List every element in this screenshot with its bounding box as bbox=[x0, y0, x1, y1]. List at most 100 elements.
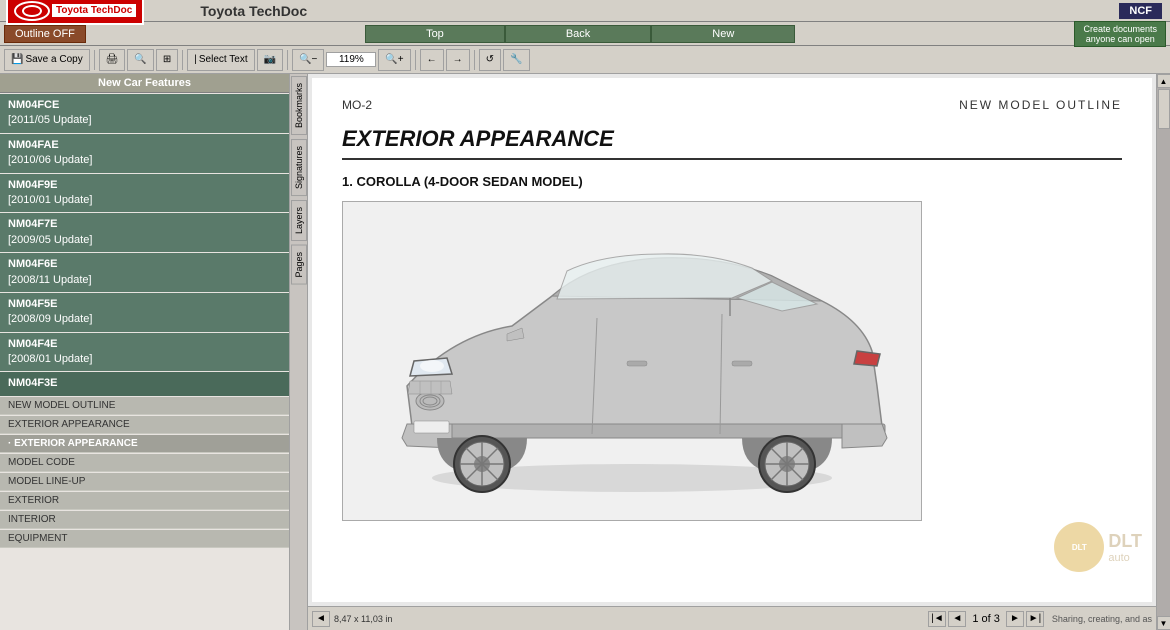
sidebar-subitem-exterior-appearance-1[interactable]: EXTERIOR APPEARANCE bbox=[0, 416, 289, 434]
toyota-brand: Toyota TechDoc bbox=[52, 4, 136, 17]
sidebar-item-nm04fce[interactable]: NM04FCE [2011/05 Update] bbox=[0, 94, 289, 133]
sidebar-item-update: [2008/11 Update] bbox=[8, 273, 281, 288]
layers-tab[interactable]: Layers bbox=[291, 200, 307, 241]
total-pages: 3 bbox=[994, 613, 1000, 625]
page-of-label: of bbox=[982, 613, 991, 625]
sidebar-item-nm04fae[interactable]: NM04FAE [2010/06 Update] bbox=[0, 134, 289, 173]
sidebar-header: New Car Features bbox=[0, 74, 289, 93]
nav-bar: Outline OFF Top Back New Create document… bbox=[0, 22, 1170, 46]
sidebar-subitem-interior[interactable]: INTERIOR bbox=[0, 511, 289, 529]
page-indicator: 1 of 3 bbox=[972, 613, 1000, 625]
prev-view-button[interactable]: ← bbox=[420, 49, 444, 71]
right-scrollbar[interactable]: ▲ ▼ bbox=[1156, 74, 1170, 630]
zoom-fit-button[interactable]: ⊞ bbox=[156, 49, 178, 71]
sidebar-subitem-label: MODEL CODE bbox=[8, 457, 75, 468]
sidebar-subitem-equipment[interactable]: EQUIPMENT bbox=[0, 530, 289, 548]
toolbar-separator-3 bbox=[287, 50, 288, 70]
sidebar-item-id: NM04FAE bbox=[8, 138, 281, 153]
status-bar: ◄ 8,47 x 11,03 in |◄ ◄ 1 of 3 ► ►| Shari… bbox=[308, 606, 1156, 630]
status-right-text: Sharing, creating, and as bbox=[1052, 614, 1152, 624]
sidebar-item-update: [2011/05 Update] bbox=[8, 113, 281, 128]
save-copy-button[interactable]: 💾 Save a Copy bbox=[4, 49, 90, 71]
watermark-main-text: DLT bbox=[1108, 531, 1142, 552]
select-tool-button[interactable]: | Select Text bbox=[187, 49, 254, 71]
sidebar-item-nm04f5e[interactable]: NM04F5E [2008/09 Update] bbox=[0, 293, 289, 332]
sidebar-subitem-exterior-appearance-active[interactable]: · EXTERIOR APPEARANCE bbox=[0, 435, 289, 453]
sidebar-subitem-model-lineup[interactable]: MODEL LINE-UP bbox=[0, 473, 289, 491]
sidebar-item-id: NM04F4E bbox=[8, 337, 281, 352]
sidebar-item-update: [2010/01 Update] bbox=[8, 193, 281, 208]
next-page-button[interactable]: ► bbox=[1006, 611, 1024, 627]
section-label: NEW MODEL OUTLINE bbox=[959, 98, 1122, 116]
sidebar-subitem-label: EQUIPMENT bbox=[8, 533, 67, 544]
page-navigation: |◄ ◄ 1 of 3 ► ►| bbox=[928, 611, 1044, 627]
sidebar: New Car Features NM04FCE [2011/05 Update… bbox=[0, 74, 290, 630]
watermark-sub-text: auto bbox=[1108, 552, 1142, 564]
pages-tab[interactable]: Pages bbox=[291, 245, 307, 285]
zoom-level-display: 119% bbox=[326, 52, 376, 67]
sidebar-item-id: NM04F5E bbox=[8, 297, 281, 312]
select-text-label: Select Text bbox=[199, 54, 248, 65]
back-nav-button[interactable]: Back bbox=[505, 25, 651, 43]
sidebar-item-id: NM04F9E bbox=[8, 178, 281, 193]
toyota-inner-oval bbox=[22, 5, 42, 17]
ncf-badge: NCF bbox=[1119, 3, 1162, 19]
zoom-out-button[interactable]: 🔍− bbox=[292, 49, 324, 71]
rotate-button[interactable]: ↺ bbox=[479, 49, 501, 71]
sidebar-item-id: NM04FCE bbox=[8, 98, 281, 113]
toolbar-separator-2 bbox=[182, 50, 183, 70]
scroll-left-button[interactable]: ◄ bbox=[312, 611, 330, 627]
sidebar-item-nm04f4e[interactable]: NM04F4E [2008/01 Update] bbox=[0, 333, 289, 372]
sidebar-item-id: NM04F6E bbox=[8, 257, 281, 272]
print-button[interactable]: 🖨 bbox=[99, 49, 126, 71]
sidebar-subitem-label: NEW MODEL OUTLINE bbox=[8, 400, 115, 411]
sidebar-item-update: [2009/05 Update] bbox=[8, 233, 281, 248]
toolbar-separator-5 bbox=[474, 50, 475, 70]
sidebar-subitem-label: EXTERIOR bbox=[8, 495, 59, 506]
scroll-up-arrow[interactable]: ▲ bbox=[1157, 74, 1170, 88]
sidebar-item-id: NM04F3E bbox=[8, 376, 281, 391]
sidebar-subitem-label: MODEL LINE-UP bbox=[8, 476, 85, 487]
current-page: 1 bbox=[972, 613, 978, 625]
toolbar-separator-4 bbox=[415, 50, 416, 70]
create-docs-button[interactable]: Create documents anyone can open bbox=[1074, 21, 1166, 47]
zoom-in-button[interactable]: 🔍+ bbox=[378, 49, 410, 71]
document-content: MO-2 NEW MODEL OUTLINE EXTERIOR APPEARAN… bbox=[312, 78, 1152, 602]
camera-button[interactable]: 📷 bbox=[257, 49, 283, 71]
last-page-button[interactable]: ►| bbox=[1026, 611, 1044, 627]
sidebar-item-nm04f6e[interactable]: NM04F6E [2008/11 Update] bbox=[0, 253, 289, 292]
toyota-oval-icon bbox=[14, 1, 50, 21]
sidebar-item-nm04f7e[interactable]: NM04F7E [2009/05 Update] bbox=[0, 213, 289, 252]
sidebar-subitem-label: INTERIOR bbox=[8, 514, 56, 525]
save-copy-label: Save a Copy bbox=[25, 54, 82, 65]
first-page-button[interactable]: |◄ bbox=[928, 611, 946, 627]
scroll-down-arrow[interactable]: ▼ bbox=[1157, 616, 1170, 630]
sidebar-item-update: [2008/01 Update] bbox=[8, 352, 281, 367]
sidebar-subitem-model-code[interactable]: MODEL CODE bbox=[0, 454, 289, 472]
content-area: MO-2 NEW MODEL OUTLINE EXTERIOR APPEARAN… bbox=[308, 74, 1156, 630]
search-button[interactable]: 🔍 bbox=[127, 49, 153, 71]
prev-page-button[interactable]: ◄ bbox=[948, 611, 966, 627]
sidebar-subitem-label sidebar-item-bold: · EXTERIOR APPEARANCE bbox=[8, 438, 138, 449]
scroll-thumb[interactable] bbox=[1158, 89, 1170, 129]
scroll-track[interactable] bbox=[1157, 88, 1170, 616]
toyota-logo: Toyota TechDoc bbox=[6, 0, 144, 25]
watermark-text-group: DLT auto bbox=[1108, 531, 1142, 564]
bookmarks-tab[interactable]: Bookmarks bbox=[291, 76, 307, 135]
outline-off-button[interactable]: Outline OFF bbox=[4, 25, 86, 43]
sidebar-item-nm04f3e[interactable]: NM04F3E bbox=[0, 372, 289, 395]
cursor-icon: | bbox=[194, 54, 197, 65]
next-view-button[interactable]: → bbox=[446, 49, 470, 71]
save-icon: 💾 bbox=[11, 54, 23, 65]
properties-button[interactable]: 🔧 bbox=[503, 49, 529, 71]
new-nav-button[interactable]: New bbox=[651, 25, 795, 43]
sidebar-subitem-label: EXTERIOR APPEARANCE bbox=[8, 419, 130, 430]
signatures-tab[interactable]: Signatures bbox=[291, 139, 307, 196]
sidebar-item-nm04f9e[interactable]: NM04F9E [2010/01 Update] bbox=[0, 174, 289, 213]
doc-header: MO-2 NEW MODEL OUTLINE bbox=[342, 98, 1122, 120]
sidebar-subitem-exterior[interactable]: EXTERIOR bbox=[0, 492, 289, 510]
car-image-container bbox=[342, 201, 922, 521]
toolbar: 💾 Save a Copy 🖨 🔍 ⊞ | Select Text 📷 🔍− 1… bbox=[0, 46, 1170, 74]
sidebar-subitem-new-model-outline[interactable]: NEW MODEL OUTLINE bbox=[0, 397, 289, 415]
top-nav-button[interactable]: Top bbox=[365, 25, 505, 43]
